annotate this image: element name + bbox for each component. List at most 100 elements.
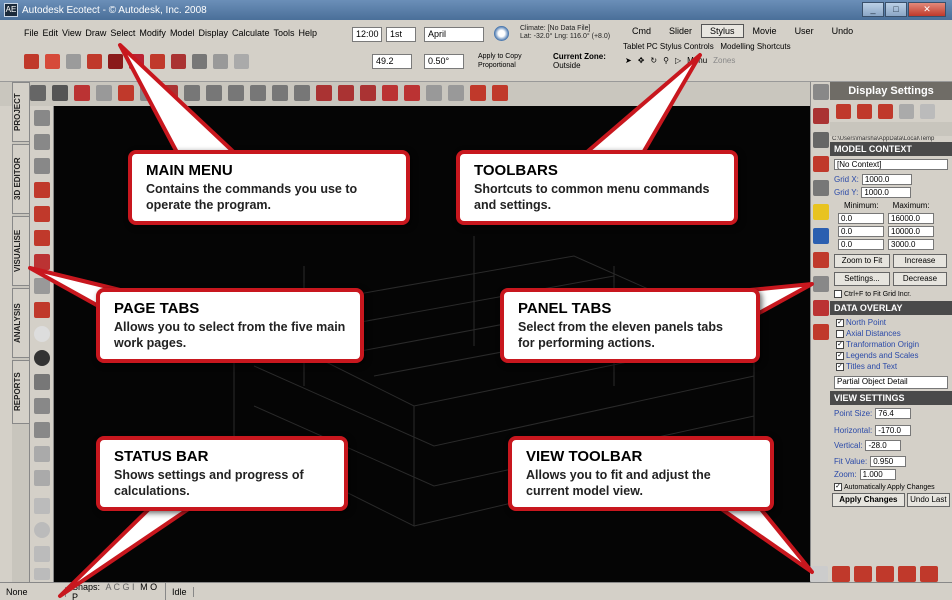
z-min-field[interactable]: 0.0 (838, 239, 884, 250)
menu-draw[interactable]: Draw (85, 28, 106, 38)
x-max-field[interactable]: 16000.0 (888, 213, 934, 224)
panel-script-icon[interactable] (813, 324, 829, 340)
panel-analysis-icon[interactable] (813, 252, 829, 268)
object-detail-select[interactable]: Partial Object Detail (834, 376, 948, 389)
settings-button[interactable]: Settings... (834, 272, 890, 286)
forward-icon[interactable] (34, 568, 50, 580)
tab-3d-editor[interactable]: 3D EDITOR (12, 144, 30, 214)
magnify-icon[interactable] (34, 546, 50, 562)
menu-tools[interactable]: Tools (274, 28, 295, 38)
menu-file[interactable]: File (24, 28, 39, 38)
join-tool-icon[interactable] (360, 85, 376, 101)
point-size-field[interactable]: 76.4 (875, 408, 912, 419)
flag-icon[interactable] (87, 54, 102, 69)
camera-icon[interactable] (34, 374, 50, 390)
display-mode-3-icon[interactable] (878, 104, 893, 119)
curve-draw-icon[interactable] (34, 470, 50, 486)
window-tool-icon[interactable] (382, 85, 398, 101)
legends-option[interactable]: ✓ Legends and Scales (836, 350, 946, 361)
legends-checkbox[interactable]: ✓ (836, 351, 844, 360)
ctrl-f-checkbox[interactable] (834, 290, 842, 298)
panel-sun-icon[interactable] (813, 204, 829, 220)
line-tool-icon[interactable] (184, 85, 200, 101)
align-tool-icon[interactable] (140, 85, 156, 101)
tab-project[interactable]: PROJECT (12, 82, 30, 142)
menu-modify[interactable]: Modify (139, 28, 166, 38)
chain-tool-icon[interactable] (338, 85, 354, 101)
month-select[interactable]: April (424, 27, 484, 42)
gear-icon[interactable] (192, 54, 207, 69)
panel-display-icon[interactable] (813, 108, 829, 124)
stairs-icon[interactable] (34, 398, 50, 414)
maximize-button[interactable]: □ (885, 2, 907, 17)
menu-view[interactable]: View (62, 28, 81, 38)
object-icon[interactable] (108, 54, 123, 69)
undo-icon[interactable] (213, 54, 228, 69)
vertical-field[interactable]: -28.0 (865, 440, 902, 451)
panel-visual-icon[interactable] (813, 228, 829, 244)
roof-tool-icon[interactable] (426, 85, 442, 101)
horizontal-field[interactable]: -170.0 (875, 425, 912, 436)
rotate-tool-icon[interactable] (52, 85, 68, 101)
grid-x-field[interactable]: 1000.0 (861, 174, 912, 185)
menu-help[interactable]: Help (299, 28, 318, 38)
line-draw-icon[interactable] (34, 206, 50, 222)
step-field[interactable]: 0.50° (424, 54, 464, 69)
render-icon[interactable] (129, 54, 144, 69)
proportional-label[interactable]: Proportional (478, 61, 522, 70)
move-tool-icon[interactable] (30, 85, 46, 101)
panel-material-icon[interactable] (813, 156, 829, 172)
grid-icon[interactable] (34, 422, 50, 438)
view-settings-header[interactable]: VIEW SETTINGS (830, 391, 952, 405)
apply-copy-label[interactable]: Apply to Copy (478, 52, 522, 61)
model-context-header[interactable]: MODEL CONTEXT (830, 142, 952, 156)
play-icon[interactable]: ▷ (675, 56, 681, 65)
save-icon[interactable] (66, 54, 81, 69)
display-mode-1-icon[interactable] (836, 104, 851, 119)
panel-settings-icon[interactable] (813, 132, 829, 148)
current-zone-value[interactable]: Outside (553, 61, 606, 70)
time-field[interactable]: 12:00 (352, 27, 382, 42)
view-top-icon[interactable] (832, 566, 850, 582)
undo-last-button[interactable]: Undo Last (906, 493, 950, 507)
tab-stylus[interactable]: Stylus (701, 24, 744, 38)
light-icon[interactable] (34, 326, 50, 342)
menu-select[interactable]: Select (110, 28, 135, 38)
display-mode-2-icon[interactable] (857, 104, 872, 119)
z-max-field[interactable]: 3000.0 (888, 239, 934, 250)
axial-distances-checkbox[interactable] (836, 329, 844, 338)
select-tool-icon[interactable] (34, 110, 50, 126)
menu-display[interactable]: Display (198, 28, 228, 38)
pointer-icon[interactable]: ➤ (625, 56, 632, 65)
data-overlay-header[interactable]: DATA OVERLAY (830, 301, 952, 315)
y-max-field[interactable]: 10000.0 (888, 226, 934, 237)
transformation-origin-checkbox[interactable]: ✓ (836, 340, 844, 349)
link-tool-icon[interactable] (316, 85, 332, 101)
move-icon[interactable]: ✥ (638, 56, 645, 65)
tab-visualise[interactable]: VISUALISE (12, 216, 30, 286)
view-perspective-icon[interactable] (898, 566, 916, 582)
titles-checkbox[interactable]: ✓ (836, 362, 844, 371)
void-tool-icon[interactable] (492, 85, 508, 101)
north-point-checkbox[interactable]: ✓ (836, 318, 844, 327)
titles-option[interactable]: ✓ Titles and Text (836, 361, 946, 372)
auto-apply-checkbox[interactable]: ✓ (834, 483, 842, 491)
slope-tool-icon[interactable] (250, 85, 266, 101)
plane-draw-icon[interactable] (34, 230, 50, 246)
axial-distances-option[interactable]: Axial Distances (836, 328, 946, 339)
plane-tool-icon[interactable] (228, 85, 244, 101)
display-mode-5-icon[interactable] (920, 104, 935, 119)
menu-model[interactable]: Model (170, 28, 195, 38)
door-tool-icon[interactable] (404, 85, 420, 101)
zoom-field[interactable]: 1.000 (859, 469, 896, 480)
open-file-icon[interactable] (45, 54, 60, 69)
tab-user[interactable]: User (786, 24, 823, 38)
tab-slider[interactable]: Slider (660, 24, 701, 38)
box-tool-icon[interactable] (34, 158, 50, 174)
pan-tool-icon[interactable] (34, 134, 50, 150)
tab-movie[interactable]: Movie (744, 24, 786, 38)
view-zoom-icon[interactable] (920, 566, 938, 582)
delete-tool-icon[interactable] (74, 85, 90, 101)
view-side-icon[interactable] (876, 566, 894, 582)
zones-shortcut[interactable]: Zones (713, 56, 735, 65)
